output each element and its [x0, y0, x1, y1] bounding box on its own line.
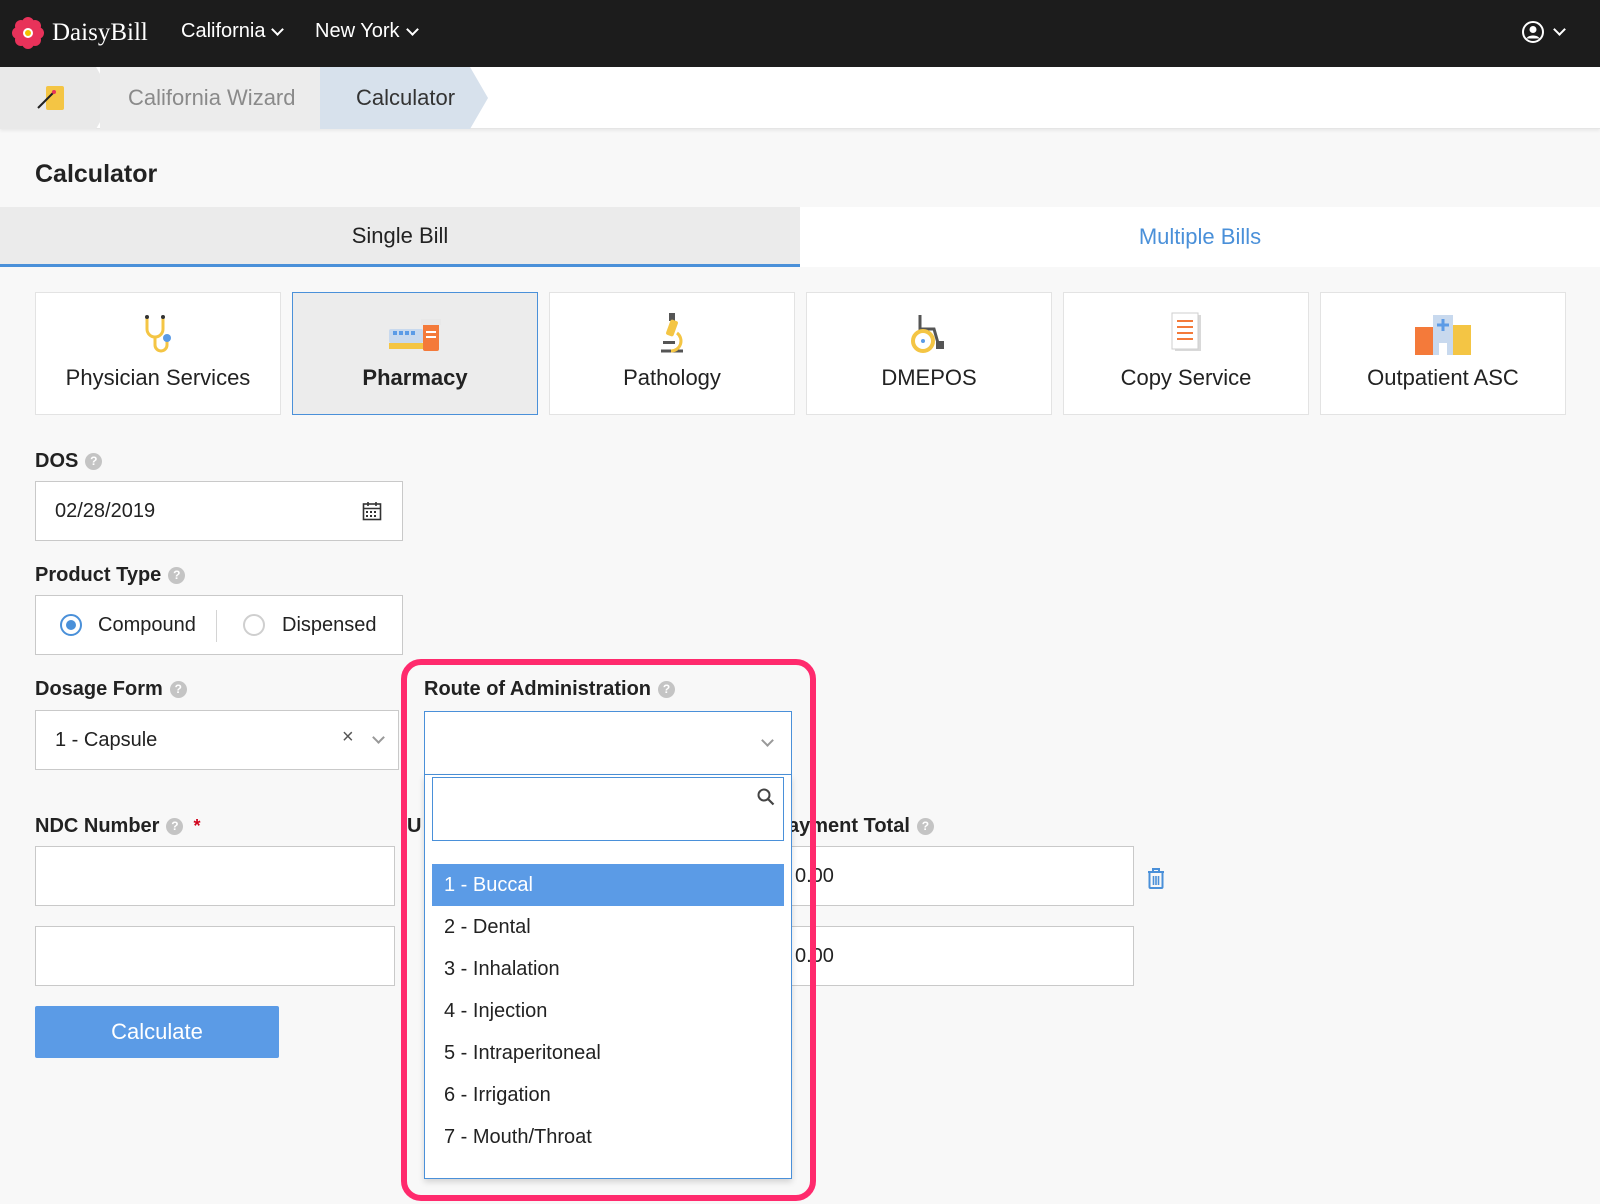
calendar-icon[interactable] [362, 501, 382, 521]
dropdown-option[interactable]: 2 - Dental [432, 906, 784, 948]
service-card-label: Physician Services [65, 365, 251, 390]
clear-icon[interactable]: × [342, 726, 354, 749]
ndc-number-input[interactable] [35, 926, 395, 986]
pharmacy-icon [389, 319, 441, 351]
document-icon [1171, 312, 1201, 351]
user-avatar-icon [1522, 21, 1544, 43]
tab-multiple-bills[interactable]: Multiple Bills [800, 207, 1600, 267]
chevron-down-icon [372, 731, 385, 744]
user-menu[interactable] [1521, 20, 1566, 44]
product-type-label: Product Type ? [35, 564, 186, 587]
radio-divider [216, 610, 217, 642]
service-card-physician[interactable]: Physician Services [35, 292, 281, 415]
dropdown-option[interactable]: 3 - Inhalation [432, 948, 784, 990]
product-type-radio-group: Compound Dispensed [35, 595, 403, 655]
breadcrumb-item-wizard[interactable]: California Wizard [100, 67, 320, 129]
ndc-number-label: NDC Number ? * [35, 815, 200, 838]
help-icon[interactable]: ? [916, 818, 934, 835]
calculate-button[interactable]: Calculate [35, 1006, 279, 1058]
service-card-pathology[interactable]: Pathology [549, 292, 795, 415]
microscope-icon [661, 313, 683, 353]
dosage-form-label-text: Dosage Form [35, 678, 163, 700]
payment-total-label-text: ment Total [810, 815, 910, 837]
nav-menu-california[interactable]: California [181, 20, 285, 43]
dos-value: 02/28/2019 [55, 500, 156, 522]
dosage-form-value: 1 - Capsule [55, 729, 158, 751]
service-card-label: Outpatient ASC [1367, 365, 1519, 390]
wheelchair-icon [911, 315, 944, 353]
dos-date-field[interactable]: 02/28/2019 [35, 481, 403, 541]
chevron-down-icon [761, 734, 774, 747]
payment-total-input[interactable]: 0.00 [780, 846, 1134, 906]
dropdown-option[interactable]: 1 - Buccal [432, 864, 784, 906]
search-icon [757, 788, 775, 806]
service-card-label: DMEPOS [881, 365, 977, 390]
radio-dispensed-label[interactable]: Dispensed [282, 614, 377, 637]
hospital-icon [1415, 315, 1471, 355]
help-icon[interactable]: ? [658, 681, 676, 698]
tab-single-bill[interactable]: Single Bill [0, 207, 800, 267]
radio-dispensed[interactable] [243, 614, 265, 636]
dos-label-text: DOS [35, 450, 79, 472]
wand-icon [37, 86, 64, 110]
page-title: Calculator [35, 160, 158, 188]
app-logo[interactable]: DaisyBill [12, 16, 148, 50]
dropdown-option[interactable]: 6 - Irrigation [432, 1074, 784, 1116]
payment-total-input[interactable]: 0.00 [780, 926, 1134, 986]
dosage-form-select[interactable]: 1 - Capsule × [35, 710, 399, 770]
dos-label: DOS ? [35, 450, 103, 473]
dosage-form-label: Dosage Form ? [35, 678, 187, 701]
route-of-administration-select[interactable] [424, 711, 792, 775]
service-card-label: Pathology [623, 365, 721, 390]
help-icon[interactable]: ? [169, 681, 187, 698]
ndc-number-label-text: NDC Number [35, 815, 160, 837]
service-card-outpatient-asc[interactable]: Outpatient ASC [1320, 292, 1566, 415]
breadcrumb-separator [470, 67, 488, 129]
breadcrumb-label: California Wizard [128, 85, 296, 110]
dropdown-option[interactable]: 7 - Mouth/Throat [432, 1116, 784, 1158]
nav-menu-label: California [181, 20, 266, 42]
daisy-logo-icon [12, 17, 44, 49]
service-card-label: Copy Service [1120, 365, 1252, 390]
bill-tabs: Single Bill Multiple Bills [0, 207, 1600, 267]
breadcrumb-home[interactable] [0, 67, 96, 129]
app-name: DaisyBill [52, 19, 148, 46]
service-card-label: Pharmacy [362, 365, 468, 390]
breadcrumb-item-calculator: Calculator [320, 67, 470, 129]
nav-menu-label: New York [315, 20, 400, 42]
route-dropdown-panel: 1 - Buccal 2 - Dental 3 - Inhalation 4 -… [424, 775, 792, 1179]
service-card-pharmacy[interactable]: Pharmacy [292, 292, 538, 415]
stethoscope-icon [145, 315, 171, 353]
trash-icon[interactable] [1145, 866, 1167, 890]
dropdown-option[interactable]: 5 - Intraperitoneal [432, 1032, 784, 1074]
required-marker: * [193, 816, 201, 836]
chevron-down-icon [405, 22, 419, 36]
help-icon[interactable]: ? [85, 453, 103, 470]
product-type-label-text: Product Type [35, 564, 162, 586]
service-card-dmepos[interactable]: DMEPOS [806, 292, 1052, 415]
service-card-copy-service[interactable]: Copy Service [1063, 292, 1309, 415]
nav-menu-new-york[interactable]: New York [315, 20, 419, 43]
radio-compound-label[interactable]: Compound [98, 614, 196, 637]
chevron-down-icon [271, 22, 285, 36]
route-label: Route of Administration ? [424, 678, 676, 701]
dropdown-search-input[interactable] [432, 777, 784, 841]
help-icon[interactable]: ? [168, 567, 186, 584]
top-nav-bar: DaisyBill California New York [0, 0, 1600, 67]
route-label-text: Route of Administration [424, 678, 652, 700]
help-icon[interactable]: ? [166, 818, 184, 835]
ndc-number-input[interactable] [35, 846, 395, 906]
dropdown-option[interactable]: 4 - Injection [432, 990, 784, 1032]
breadcrumb-label: Calculator [356, 85, 456, 110]
chevron-down-icon [1553, 23, 1566, 36]
breadcrumb: California Wizard Calculator [0, 67, 1600, 129]
radio-compound[interactable] [60, 614, 82, 636]
